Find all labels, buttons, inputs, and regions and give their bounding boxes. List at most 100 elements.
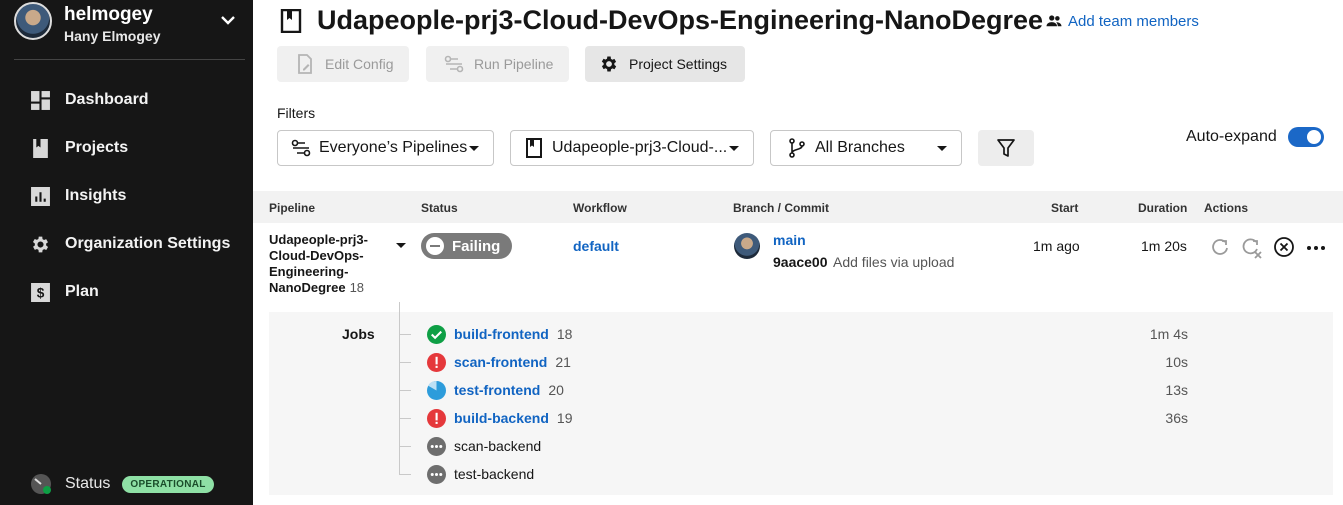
- jobs-label: Jobs: [342, 326, 375, 342]
- rerun-failed-icon[interactable]: [1241, 237, 1263, 259]
- sidebar-item-label: Organization Settings: [65, 235, 231, 252]
- avatar: [14, 2, 52, 40]
- commit-message: Add files via upload: [833, 254, 955, 270]
- sidebar-item-organization-settings[interactable]: Organization Settings: [30, 230, 230, 258]
- rerun-icon[interactable]: [1210, 237, 1230, 257]
- sidebar: helmogey Hany Elmogey Dashboard Projects…: [0, 0, 253, 505]
- job-row-test-backend: test-backend: [399, 463, 534, 485]
- auto-expand-label: Auto-expand: [1186, 128, 1277, 145]
- tree-branch: [399, 333, 411, 335]
- user-menu[interactable]: helmogey Hany Elmogey: [14, 2, 244, 58]
- edit-config-button[interactable]: Edit Config: [277, 46, 409, 82]
- branch-filter-value: All Branches: [815, 139, 905, 156]
- column-header-duration: Duration: [1138, 201, 1188, 215]
- add-team-members-link[interactable]: Add team members: [1045, 12, 1199, 30]
- sidebar-item-dashboard[interactable]: Dashboard: [30, 86, 149, 114]
- job-name: test-backend: [454, 466, 535, 482]
- project-settings-button[interactable]: Project Settings: [585, 46, 745, 82]
- svg-text:$: $: [37, 285, 45, 300]
- page-title: Udapeople-prj3-Cloud-DevOps-Engineering-…: [317, 5, 1044, 35]
- pipelines-filter-dropdown[interactable]: Everyone’s Pipelines: [277, 130, 494, 166]
- job-duration: 13s: [1165, 382, 1188, 398]
- sidebar-item-label: Plan: [65, 283, 99, 300]
- column-header-actions: Actions: [1204, 201, 1249, 215]
- commit-hash-link[interactable]: 9aace00: [773, 254, 828, 270]
- pipeline-name-link[interactable]: Udapeople-prj3-Cloud-DevOps-Engineering-…: [269, 232, 379, 296]
- user-fullname: Hany Elmogey: [64, 28, 161, 44]
- advanced-filter-button[interactable]: [978, 130, 1034, 166]
- expand-row-caret-icon[interactable]: [396, 243, 406, 248]
- file-edit-icon: [298, 54, 312, 74]
- failed-exclamation-icon: [427, 408, 446, 428]
- add-team-members-label: Add team members: [1068, 12, 1199, 30]
- sidebar-item-plan[interactable]: $ Plan: [30, 278, 99, 306]
- tree-branch: [399, 361, 411, 363]
- sidebar-item-label: Insights: [65, 187, 127, 204]
- column-header-status: Status: [421, 201, 458, 215]
- blocked-dots-icon: [427, 436, 446, 456]
- dashboard-icon: [31, 90, 50, 110]
- toggle-knob: [1307, 130, 1321, 144]
- workflow-link[interactable]: default: [573, 238, 619, 254]
- column-header-branch-commit: Branch / Commit: [733, 201, 830, 215]
- pipeline-icon: [444, 55, 464, 73]
- sidebar-item-label: Dashboard: [65, 91, 149, 108]
- job-link[interactable]: test-frontend: [454, 382, 540, 398]
- filters-label: Filters: [277, 105, 316, 121]
- job-row-scan-backend: scan-backend: [399, 435, 541, 457]
- job-row-build-frontend: build-frontend 18: [399, 323, 572, 345]
- job-number: 20: [548, 382, 564, 398]
- more-options-icon[interactable]: [1306, 238, 1326, 258]
- column-header-workflow: Workflow: [573, 201, 627, 215]
- column-header-start: Start: [1051, 201, 1079, 215]
- auto-expand-toggle[interactable]: [1288, 127, 1324, 147]
- job-number: 19: [556, 410, 573, 426]
- branch-filter-dropdown[interactable]: All Branches: [770, 130, 962, 166]
- status-gauge-icon: [31, 474, 51, 494]
- start-time: 1m ago: [1033, 238, 1080, 254]
- chevron-down-icon[interactable]: [218, 10, 238, 30]
- sidebar-item-label: Projects: [65, 139, 129, 156]
- insights-icon: [31, 186, 50, 206]
- job-link[interactable]: scan-frontend: [454, 354, 547, 370]
- status-label: Status: [65, 475, 111, 492]
- job-duration: 1m 4s: [1149, 326, 1188, 342]
- username: helmogey: [64, 4, 153, 25]
- pipeline-duration: 1m 20s: [1141, 238, 1187, 254]
- job-row-build-backend: build-backend 19: [399, 407, 572, 429]
- tree-branch: [399, 473, 411, 475]
- cancel-workflow-icon[interactable]: [1273, 236, 1295, 258]
- job-number: 18: [556, 326, 573, 342]
- pipeline-number: 18: [349, 280, 365, 295]
- running-progress-icon: [427, 380, 446, 400]
- job-duration: 10s: [1165, 354, 1188, 370]
- tree-branch: [399, 389, 411, 391]
- job-link[interactable]: build-frontend: [454, 326, 549, 342]
- projects-icon: [33, 138, 48, 158]
- caret-down-icon: [729, 146, 739, 151]
- commit-author-avatar: [734, 233, 760, 259]
- sidebar-item-insights[interactable]: Insights: [30, 182, 126, 210]
- failed-exclamation-icon: [427, 352, 446, 372]
- job-duration: 36s: [1165, 410, 1188, 426]
- sidebar-divider: [14, 59, 245, 60]
- gear-icon: [601, 56, 617, 72]
- project-filter-value: Udapeople-prj3-Cloud-...: [552, 139, 728, 156]
- run-pipeline-button[interactable]: Run Pipeline: [426, 46, 569, 82]
- system-status[interactable]: Status OPERATIONAL: [30, 470, 214, 498]
- sidebar-item-projects[interactable]: Projects: [30, 134, 128, 162]
- funnel-icon: [997, 139, 1015, 157]
- branch-link[interactable]: main: [773, 232, 806, 248]
- job-link[interactable]: build-backend: [454, 410, 549, 426]
- status-label: Failing: [452, 237, 501, 255]
- dollar-icon: $: [31, 282, 50, 302]
- column-header-pipeline: Pipeline: [269, 201, 316, 215]
- caret-down-icon: [937, 146, 947, 151]
- tree-branch: [399, 417, 411, 419]
- failing-icon: [426, 237, 444, 255]
- status-badge: OPERATIONAL: [122, 475, 214, 493]
- job-row-scan-frontend: scan-frontend 21: [399, 351, 571, 373]
- branch-icon: [789, 138, 805, 158]
- project-filter-dropdown[interactable]: Udapeople-prj3-Cloud-...: [510, 130, 754, 166]
- project-bookmark-icon: [280, 9, 302, 33]
